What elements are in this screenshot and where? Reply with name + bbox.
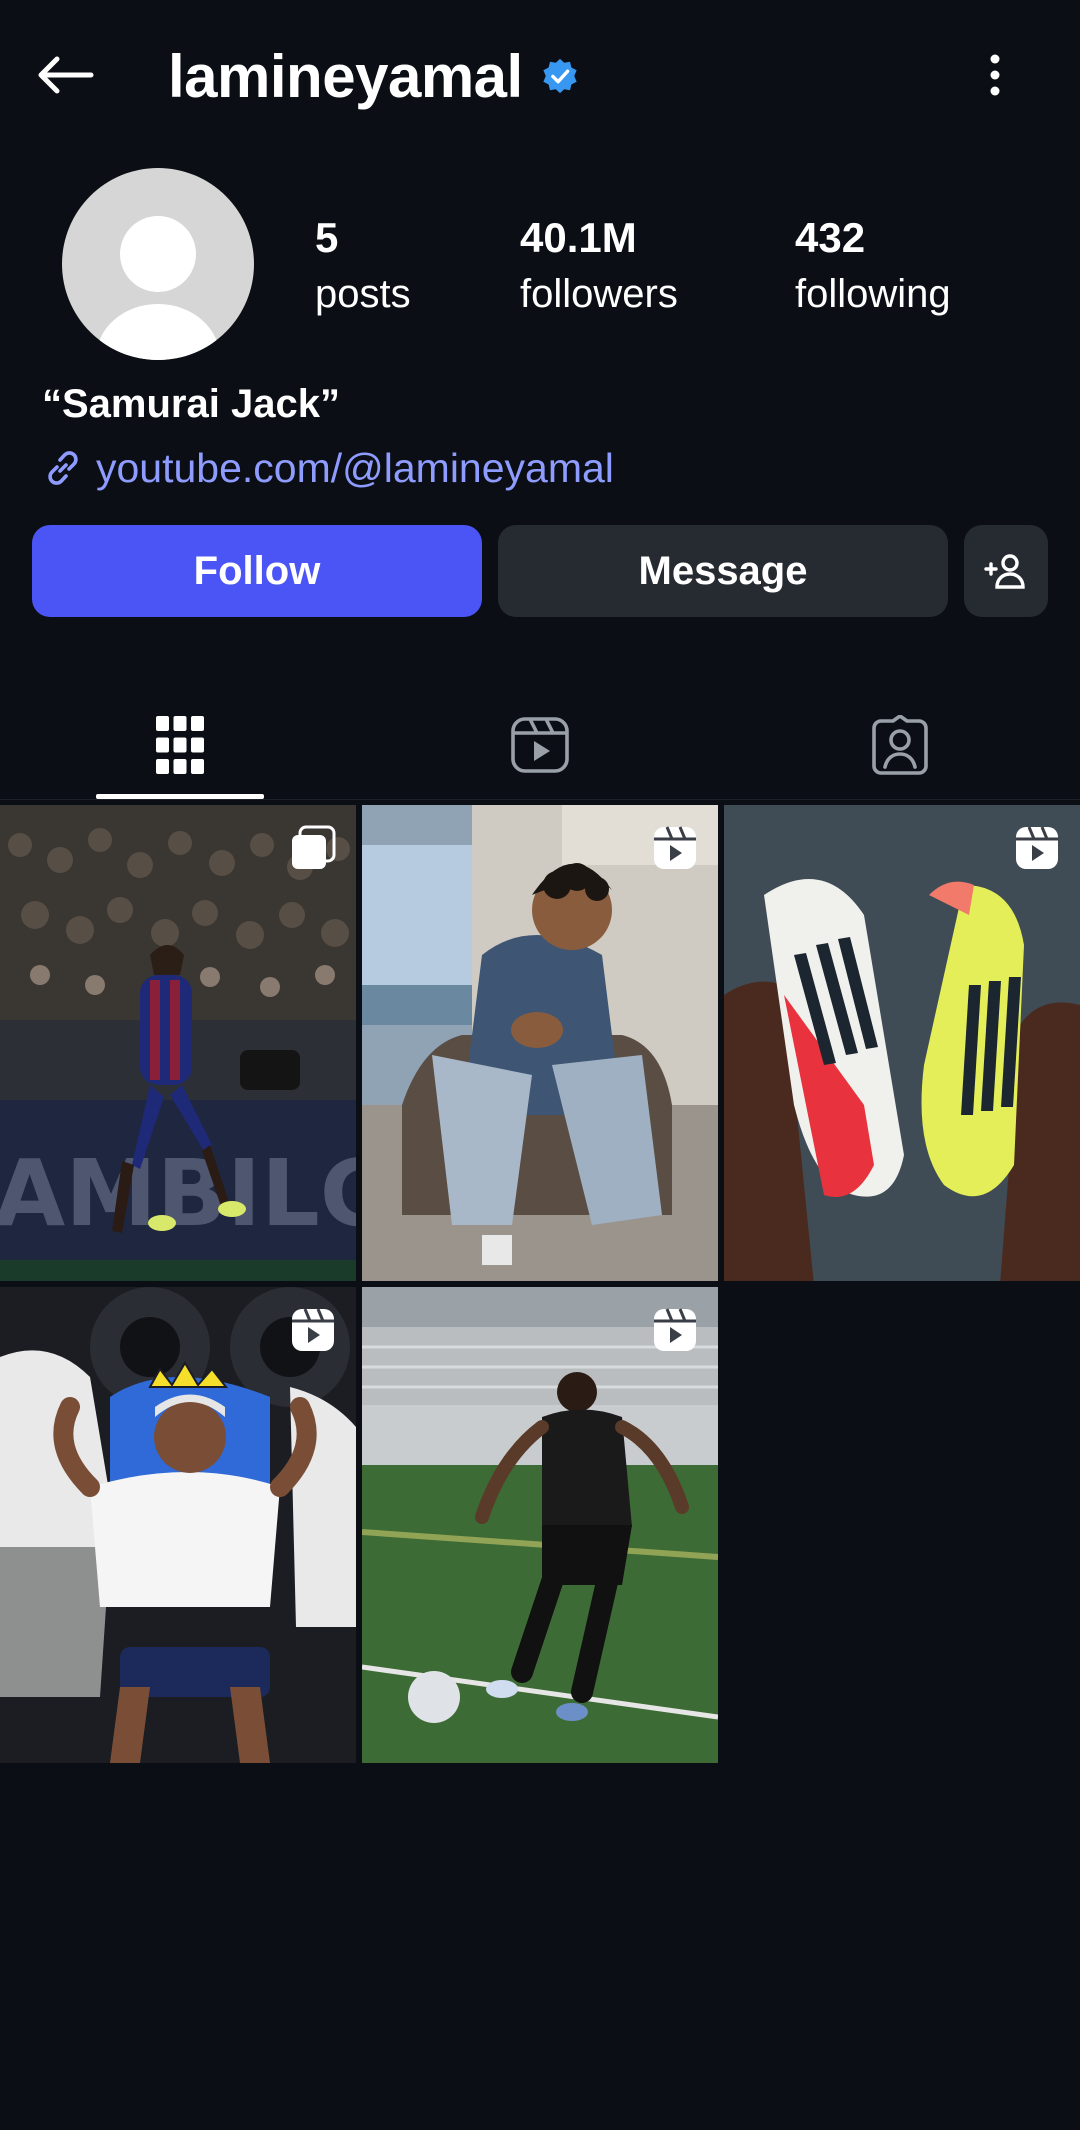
post-image: AMBILGH bbox=[0, 805, 356, 1281]
post-image bbox=[362, 805, 718, 1281]
tab-reels[interactable] bbox=[456, 690, 624, 800]
profile-header: lamineyamal bbox=[168, 36, 579, 116]
post-image bbox=[362, 1287, 718, 1763]
stat-following[interactable]: 432 following bbox=[795, 210, 951, 322]
post-tile[interactable] bbox=[0, 1287, 356, 1763]
top-bar: lamineyamal bbox=[0, 0, 1080, 150]
stat-posts[interactable]: 5 posts bbox=[315, 210, 411, 322]
avatar[interactable] bbox=[62, 168, 254, 360]
post-tile[interactable] bbox=[362, 805, 718, 1281]
stat-value: 5 bbox=[315, 214, 339, 261]
more-vertical-icon bbox=[990, 54, 1000, 96]
post-image bbox=[0, 1287, 356, 1763]
bio-link[interactable]: youtube.com/@lamineyamal bbox=[42, 440, 614, 496]
reel-icon bbox=[654, 826, 696, 869]
post-image bbox=[724, 805, 1080, 1281]
profile-tabs bbox=[0, 690, 1080, 800]
stat-label: followers bbox=[520, 272, 678, 316]
arrow-left-icon bbox=[38, 56, 94, 94]
stat-value: 40.1M bbox=[520, 214, 637, 261]
default-avatar-icon bbox=[96, 216, 220, 360]
reel-icon bbox=[654, 1308, 696, 1351]
more-options-button[interactable] bbox=[975, 44, 1015, 106]
reels-icon bbox=[511, 717, 569, 773]
grid-icon bbox=[156, 716, 204, 774]
carousel-icon bbox=[292, 825, 336, 869]
post-tile[interactable] bbox=[724, 805, 1080, 1281]
follow-button[interactable]: Follow bbox=[32, 525, 482, 617]
tab-posts-grid[interactable] bbox=[96, 690, 264, 800]
tagged-person-icon bbox=[872, 715, 928, 775]
reel-icon bbox=[292, 1308, 334, 1351]
bio-link-text[interactable]: youtube.com/@lamineyamal bbox=[96, 445, 614, 492]
message-button[interactable]: Message bbox=[498, 525, 948, 617]
tab-tagged[interactable] bbox=[816, 690, 984, 800]
post-tile[interactable] bbox=[362, 1287, 718, 1763]
tabs-divider bbox=[0, 799, 1080, 800]
back-button[interactable] bbox=[30, 42, 100, 108]
stat-followers[interactable]: 40.1M followers bbox=[520, 210, 678, 322]
stat-label: following bbox=[795, 272, 951, 316]
stat-label: posts bbox=[315, 272, 411, 316]
username: lamineyamal bbox=[168, 42, 523, 110]
suggested-accounts-button[interactable] bbox=[964, 525, 1048, 617]
stat-value: 432 bbox=[795, 214, 866, 261]
add-person-icon bbox=[984, 554, 1025, 589]
link-icon bbox=[48, 451, 78, 485]
verified-badge-icon bbox=[541, 57, 579, 95]
post-tile[interactable]: AMBILGH bbox=[0, 805, 356, 1281]
bio-name: “Samurai Jack” bbox=[42, 382, 340, 426]
svg-text:AMBILGH: AMBILGH bbox=[0, 1140, 356, 1247]
reel-icon bbox=[1016, 826, 1058, 869]
